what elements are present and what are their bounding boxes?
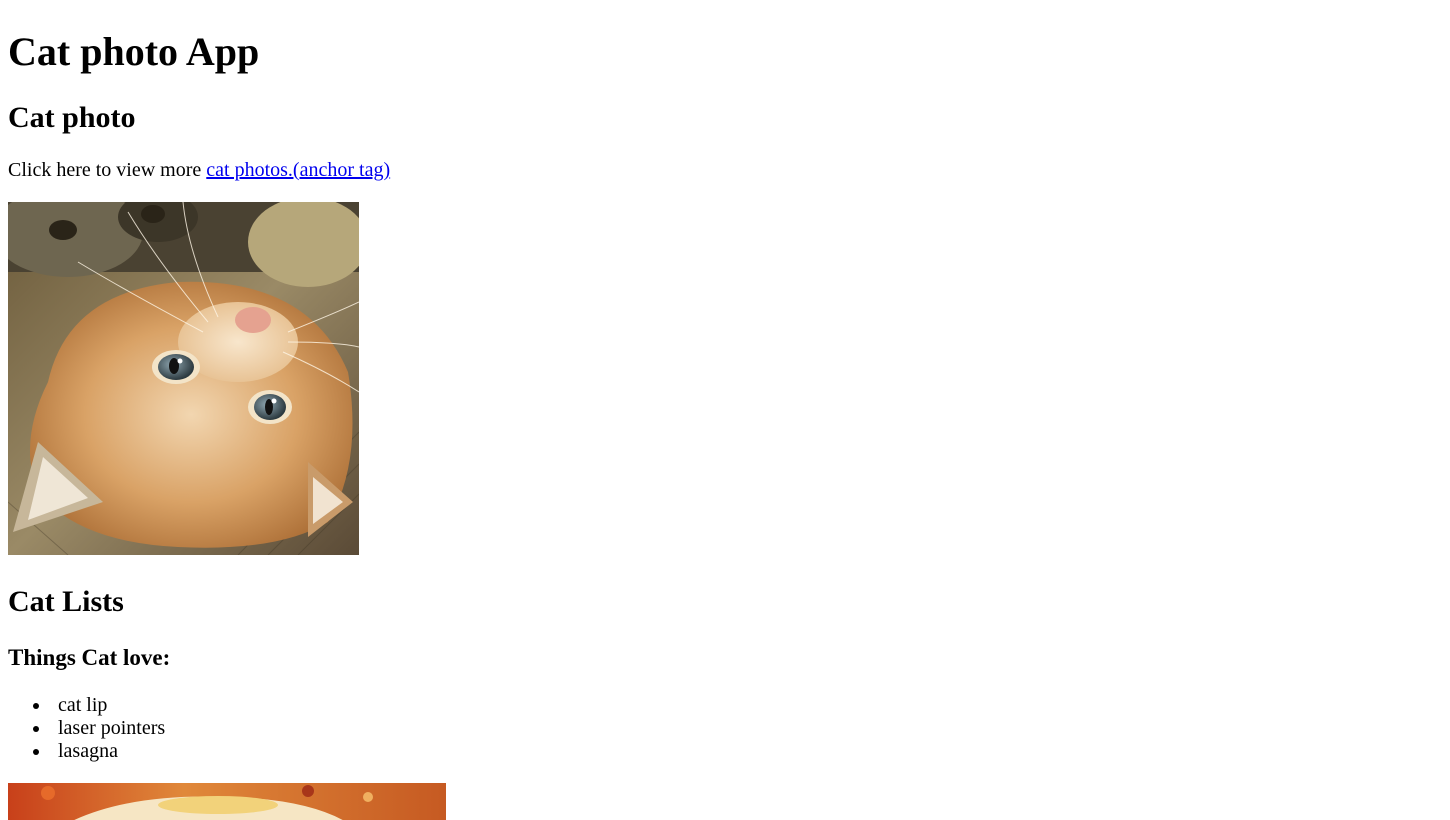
page: Cat photo App Cat photo Click here to vi…: [8, 0, 1442, 820]
cat-lists-heading: Cat Lists: [8, 585, 124, 618]
list-item-label: cat lip: [58, 694, 108, 716]
page-title: Cat photo App: [8, 29, 260, 74]
list-item-label: lasagna: [58, 740, 118, 762]
list-item: laser pointers: [8, 717, 165, 740]
things-cat-love-list: cat lip laser pointers lasagna: [8, 694, 165, 763]
cat-photo-image[interactable]: [8, 202, 359, 555]
bullet-icon: [33, 726, 39, 732]
list-item-label: laser pointers: [58, 717, 166, 739]
cat-photos-link[interactable]: cat photos.(anchor tag): [206, 159, 390, 181]
things-cat-love-heading: Things Cat love:: [8, 645, 171, 670]
list-item: cat lip: [8, 694, 165, 717]
bullet-icon: [33, 749, 39, 755]
list-item: lasagna: [8, 740, 165, 763]
bullet-icon: [33, 703, 39, 709]
lasagna-image: [8, 783, 446, 820]
cat-photo-heading: Cat photo: [8, 101, 136, 134]
intro-text: Click here to view more: [8, 159, 207, 181]
intro-paragraph: Click here to view more cat photos.(anch…: [8, 158, 390, 182]
